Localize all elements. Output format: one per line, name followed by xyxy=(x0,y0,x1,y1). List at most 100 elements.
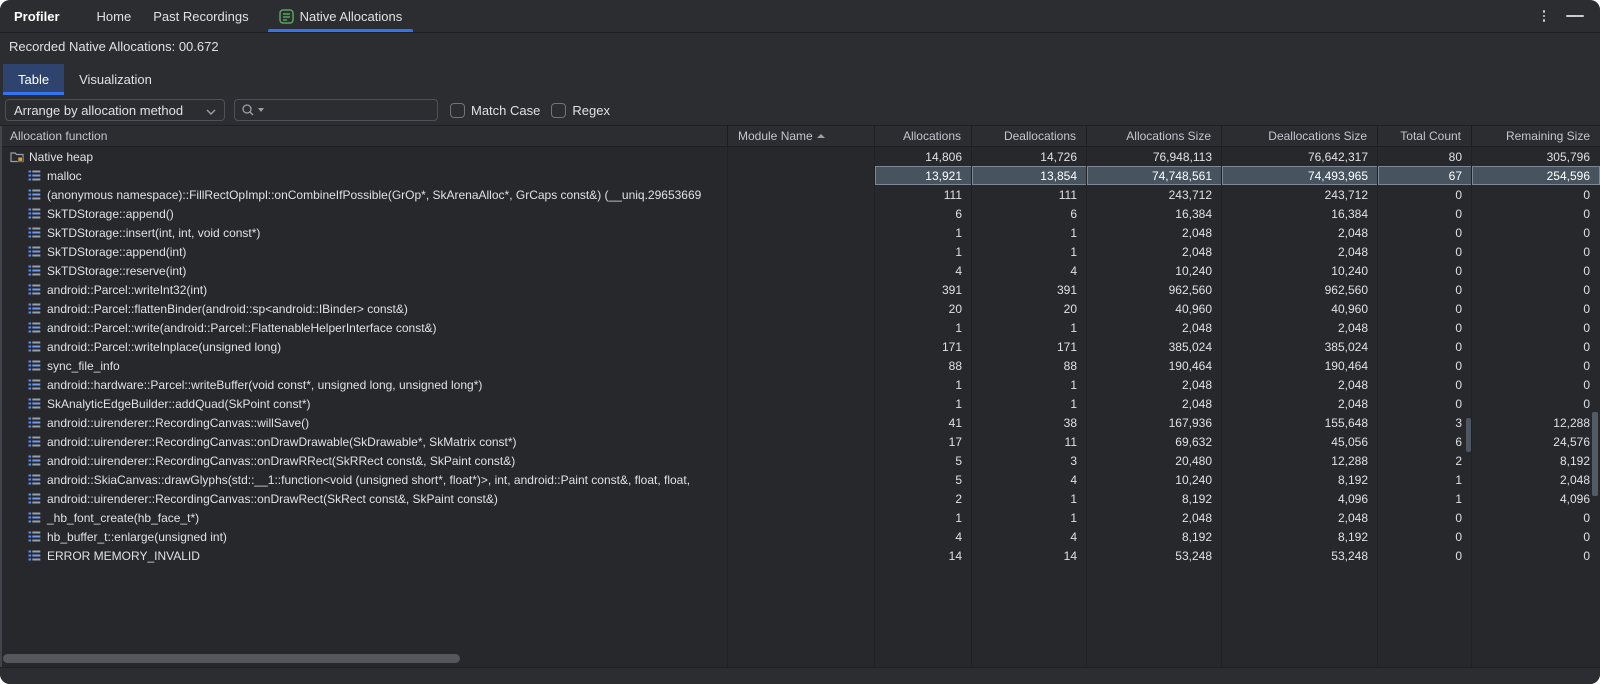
column-header-label: Module Name xyxy=(738,129,813,143)
column-header-module-name[interactable]: Module Name xyxy=(728,126,875,146)
allocation-function-name: android::uirenderer::RecordingCanvas::wi… xyxy=(47,416,309,430)
cell-module-name xyxy=(728,375,875,394)
cell-deallocations-size: 2,048 xyxy=(1222,318,1378,337)
column-header-allocations-size[interactable]: Allocations Size xyxy=(1087,126,1222,146)
numeric-value: 12,288 xyxy=(1553,416,1590,430)
cell-module-name xyxy=(728,527,875,546)
cell-allocation-function: android::SkiaCanvas::drawGlyphs(std::__1… xyxy=(0,470,728,489)
nav-tab-past-recordings[interactable]: Past Recordings xyxy=(142,0,259,32)
table-row[interactable]: android::uirenderer::RecordingCanvas::on… xyxy=(0,489,1600,508)
tab-table[interactable]: Table xyxy=(3,64,64,95)
table-row[interactable]: SkTDStorage::reserve(int)4410,24010,2400… xyxy=(0,261,1600,280)
column-header-total-count[interactable]: Total Count xyxy=(1378,126,1472,146)
table-row[interactable]: hb_buffer_t::enlarge(unsigned int)448,19… xyxy=(0,527,1600,546)
cell-allocation-function: SkTDStorage::append(int) xyxy=(0,242,728,261)
table-row[interactable]: (anonymous namespace)::FillRectOpImpl::o… xyxy=(0,185,1600,204)
cell-remaining-size: 12,288 xyxy=(1472,413,1600,432)
table-row[interactable]: sync_file_info8888190,464190,46400 xyxy=(0,356,1600,375)
nav-tab-native-allocations[interactable]: Native Allocations xyxy=(268,0,414,32)
column-header-allocation-function[interactable]: Allocation function xyxy=(0,126,728,146)
table-row[interactable]: android::Parcel::writeInplace(unsigned l… xyxy=(0,337,1600,356)
table-row[interactable]: android::uirenderer::RecordingCanvas::on… xyxy=(0,451,1600,470)
cell-deallocations: 1 xyxy=(972,508,1087,527)
cell-allocations-size: 8,192 xyxy=(1087,489,1222,508)
numeric-value: 962,560 xyxy=(1325,283,1368,297)
table-row[interactable]: android::uirenderer::RecordingCanvas::on… xyxy=(0,432,1600,451)
numeric-value: 11 xyxy=(1065,435,1077,449)
numeric-value: 2,048 xyxy=(1182,511,1212,525)
numeric-value: 24,576 xyxy=(1553,435,1590,449)
cell-remaining-size: 0 xyxy=(1472,508,1600,527)
allocation-method-icon xyxy=(28,359,42,373)
numeric-value: 69,632 xyxy=(1175,435,1212,449)
regex-option[interactable]: Regex xyxy=(551,103,610,118)
minimize-icon[interactable] xyxy=(1566,15,1584,17)
numeric-value: 171 xyxy=(1057,340,1077,354)
cell-deallocations: 1 xyxy=(972,489,1087,508)
table-row[interactable]: android::uirenderer::RecordingCanvas::wi… xyxy=(0,413,1600,432)
table-row[interactable]: malloc13,92113,85474,748,56174,493,96567… xyxy=(0,166,1600,185)
numeric-value: 20 xyxy=(949,302,962,316)
cell-allocations-size: 76,948,113 xyxy=(1087,147,1222,166)
column-header-deallocations[interactable]: Deallocations xyxy=(972,126,1087,146)
nav-tab-label: Past Recordings xyxy=(153,9,248,24)
cell-allocations-size: 10,240 xyxy=(1087,261,1222,280)
cell-module-name xyxy=(728,261,875,280)
numeric-value: 0 xyxy=(1583,359,1590,373)
nav-tab-home[interactable]: Home xyxy=(86,0,143,32)
numeric-value: 5 xyxy=(955,454,962,468)
table-row[interactable]: SkTDStorage::append()6616,38416,38400 xyxy=(0,204,1600,223)
numeric-value: 0 xyxy=(1455,340,1462,354)
table-row[interactable]: ERROR MEMORY_INVALID141453,24853,24800 xyxy=(0,546,1600,565)
column-header-allocations[interactable]: Allocations xyxy=(875,126,972,146)
regex-label: Regex xyxy=(572,103,610,118)
numeric-value: 6 xyxy=(955,207,962,221)
allocation-function-name: android::Parcel::write(android::Parcel::… xyxy=(47,321,437,335)
cell-deallocations-size: 45,056 xyxy=(1222,432,1378,451)
kebab-menu-icon[interactable] xyxy=(1540,7,1549,25)
cell-remaining-size: 0 xyxy=(1472,299,1600,318)
table-row[interactable]: SkAnalyticEdgeBuilder::addQuad(SkPoint c… xyxy=(0,394,1600,413)
cell-allocations-size: 2,048 xyxy=(1087,318,1222,337)
table-row[interactable]: android::SkiaCanvas::drawGlyphs(std::__1… xyxy=(0,470,1600,489)
numeric-value: 1 xyxy=(1070,511,1077,525)
table-row[interactable]: SkTDStorage::append(int)112,0482,04800 xyxy=(0,242,1600,261)
cell-remaining-size: 0 xyxy=(1472,242,1600,261)
regex-checkbox[interactable] xyxy=(551,103,566,118)
allocation-function-name: android::SkiaCanvas::drawGlyphs(std::__1… xyxy=(47,473,690,487)
cell-remaining-size: 0 xyxy=(1472,280,1600,299)
table-row[interactable]: _hb_font_create(hb_face_t*)112,0482,0480… xyxy=(0,508,1600,527)
table-row[interactable]: android::hardware::Parcel::writeBuffer(v… xyxy=(0,375,1600,394)
search-field[interactable] xyxy=(234,99,438,121)
numeric-value: 305,796 xyxy=(1547,150,1590,164)
cell-module-name xyxy=(728,242,875,261)
search-input[interactable] xyxy=(267,102,431,119)
table-row[interactable]: Native heap14,80614,72676,948,11376,642,… xyxy=(0,147,1600,166)
numeric-value: 111 xyxy=(1059,188,1077,202)
numeric-value: 8,192 xyxy=(1560,454,1590,468)
cell-allocations-size: 8,192 xyxy=(1087,527,1222,546)
tab-visualization[interactable]: Visualization xyxy=(64,64,167,95)
numeric-value: 0 xyxy=(1583,207,1590,221)
numeric-value: 0 xyxy=(1455,378,1462,392)
table-row[interactable]: android::Parcel::flattenBinder(android::… xyxy=(0,299,1600,318)
cell-deallocations-size: 2,048 xyxy=(1222,394,1378,413)
match-case-option[interactable]: Match Case xyxy=(450,103,540,118)
table-row[interactable]: android::Parcel::writeInt32(int)39139196… xyxy=(0,280,1600,299)
table-row[interactable]: SkTDStorage::insert(int, int, void const… xyxy=(0,223,1600,242)
bottom-strip xyxy=(0,667,1600,684)
cell-allocations: 391 xyxy=(875,280,972,299)
table-row[interactable]: android::Parcel::write(android::Parcel::… xyxy=(0,318,1600,337)
horizontal-scrollbar-thumb[interactable] xyxy=(3,654,460,663)
allocation-function-name: malloc xyxy=(47,169,82,183)
arrange-by-dropdown[interactable]: Arrange by allocation method xyxy=(5,99,225,121)
vertical-scrollbar-thumb[interactable] xyxy=(1592,412,1598,496)
match-case-checkbox[interactable] xyxy=(450,103,465,118)
cell-deallocations-size: 962,560 xyxy=(1222,280,1378,299)
column-header-deallocations-size[interactable]: Deallocations Size xyxy=(1222,126,1378,146)
numeric-value: 0 xyxy=(1455,511,1462,525)
sort-ascending-icon xyxy=(817,134,825,138)
numeric-value: 0 xyxy=(1583,226,1590,240)
column-header-remaining-size[interactable]: Remaining Size xyxy=(1472,126,1600,146)
cell-remaining-size: 0 xyxy=(1472,375,1600,394)
